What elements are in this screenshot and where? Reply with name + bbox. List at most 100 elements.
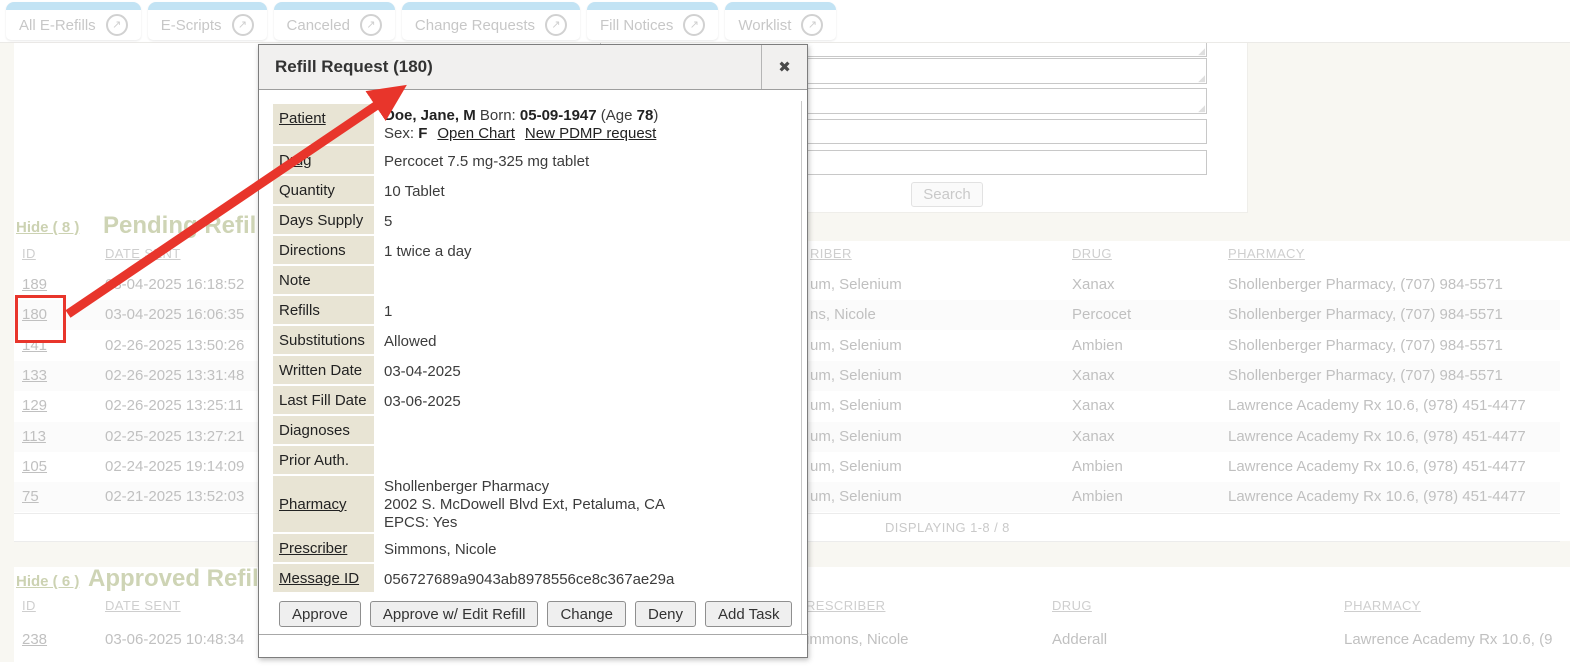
column-header-date-sent[interactable]: DATE SENT <box>105 598 181 613</box>
approved-section-title: Approved Refill <box>88 565 265 593</box>
detail-label-pharmacy[interactable]: Pharmacy <box>273 476 374 534</box>
detail-label-written-date: Written Date <box>273 356 374 386</box>
change-button[interactable]: Change <box>547 601 626 627</box>
cell-prescriber: um, Selenium <box>810 482 902 512</box>
detail-label-text: Prescriber <box>279 539 347 558</box>
detail-row-patient: PatientDoe, Jane, M Born: 05-09-1947 (Ag… <box>273 104 807 146</box>
cell-pharmacy: Lawrence Academy Rx 10.6, (978) 451-4477 <box>1228 391 1526 421</box>
cell-id[interactable]: 129 <box>22 391 47 421</box>
detail-row-pharmacy: Pharmacy Shollenberger Pharmacy2002 S. Mc… <box>273 476 807 534</box>
displaying-count: DISPLAYING 1-8 / 8 <box>885 514 1010 541</box>
detail-label-text: Prior Auth. <box>279 451 349 470</box>
detail-label-text: Pharmacy <box>279 495 347 514</box>
detail-value-drug: Percocet 7.5 mg-325 mg tablet <box>374 147 807 176</box>
approve-button[interactable]: Approve <box>279 601 361 627</box>
deny-button[interactable]: Deny <box>635 601 696 627</box>
patient-line-2: Sex: FOpen ChartNew PDMP request <box>384 125 797 143</box>
cell-pharmacy: Lawrence Academy Rx 10.6, (9 <box>1344 624 1552 656</box>
detail-value-substitutions: Allowed <box>374 327 807 356</box>
cell-date: 03-04-2025 16:18:52 <box>105 270 244 300</box>
tab-change-requests[interactable]: Change Requests↗ <box>402 2 580 40</box>
detail-value-patient: Doe, Jane, M Born: 05-09-1947 (Age 78)Se… <box>374 104 807 146</box>
tab-e-scripts[interactable]: E-Scripts↗ <box>148 2 267 40</box>
cell-id[interactable]: 75 <box>22 482 39 512</box>
detail-row-substitutions: Substitutions Allowed <box>273 326 807 356</box>
cell-drug: Adderall <box>1052 624 1107 656</box>
column-header-date-sent[interactable]: DATE SENT <box>105 246 181 261</box>
detail-value-days-supply: 5 <box>374 207 807 236</box>
patient-line-1: Doe, Jane, M Born: 05-09-1947 (Age 78) <box>384 107 797 125</box>
detail-label-text: Directions <box>279 241 346 260</box>
pending-hide-link[interactable]: Hide ( 8 ) <box>16 219 79 236</box>
cell-id[interactable]: 113 <box>22 422 46 452</box>
cell-date: 02-26-2025 13:50:26 <box>105 331 244 361</box>
cell-pharmacy: Lawrence Academy Rx 10.6, (978) 451-4477 <box>1228 482 1526 512</box>
open-in-new-icon: ↗ <box>106 14 128 36</box>
approve-w-edit-refill-button[interactable]: Approve w/ Edit Refill <box>370 601 539 627</box>
column-header-id[interactable]: ID <box>22 246 36 261</box>
cell-id[interactable]: 238 <box>22 624 47 656</box>
column-header-riber[interactable]: RIBER <box>810 246 852 261</box>
detail-value-last-fill-date: 03-06-2025 <box>374 387 807 416</box>
detail-value-directions: 1 twice a day <box>374 237 807 266</box>
cell-date: 02-26-2025 13:31:48 <box>105 361 244 391</box>
cell-date: 02-26-2025 13:25:11 <box>105 391 243 421</box>
cell-drug: Xanax <box>1072 422 1115 452</box>
cell-drug: Ambien <box>1072 482 1123 512</box>
cell-pharmacy: Shollenberger Pharmacy, (707) 984-5571 <box>1228 270 1503 300</box>
column-header-pharmacy[interactable]: PHARMACY <box>1344 598 1421 613</box>
modal-action-buttons: Approve Approve w/ Edit Refill Change Deny A… <box>279 601 807 627</box>
modal-footer-line <box>259 634 807 635</box>
tab-all-e-refills[interactable]: All E-Refills↗ <box>6 2 141 40</box>
panel-gap <box>808 213 1570 241</box>
detail-label-patient[interactable]: Patient <box>273 104 374 146</box>
cell-id[interactable]: 105 <box>22 452 47 482</box>
cell-id[interactable]: 189 <box>22 270 47 300</box>
open-in-new-icon: ↗ <box>360 14 382 36</box>
detail-label-days-supply: Days Supply <box>273 206 374 236</box>
detail-label-text: Refills <box>279 301 320 320</box>
column-header-drug[interactable]: DRUG <box>1072 246 1112 261</box>
detail-label-prescriber[interactable]: Prescriber <box>273 534 374 564</box>
patient-text: ) <box>653 107 658 124</box>
column-header-pharmacy[interactable]: PHARMACY <box>1228 246 1305 261</box>
add-task-button[interactable]: Add Task <box>705 601 792 627</box>
detail-label-directions: Directions <box>273 236 374 266</box>
tab-canceled[interactable]: Canceled ↗ <box>274 2 395 40</box>
detail-row-diagnoses: Diagnoses <box>273 416 807 446</box>
cell-id[interactable]: 133 <box>22 361 47 391</box>
tab-label: Canceled <box>287 17 350 34</box>
cell-prescriber: um, Selenium <box>810 391 902 421</box>
search-button[interactable]: Search <box>911 182 983 207</box>
column-header-drug[interactable]: DRUG <box>1052 598 1092 613</box>
detail-value-pharmacy: Shollenberger Pharmacy2002 S. McDowell B… <box>374 476 807 534</box>
cell-id[interactable]: 180 <box>22 300 47 330</box>
cell-drug: Percocet <box>1072 300 1131 330</box>
tab-fill-notices[interactable]: Fill Notices↗ <box>587 2 718 40</box>
detail-label-diagnoses: Diagnoses <box>273 416 374 446</box>
detail-label-note: Note <box>273 266 374 296</box>
detail-value-refills: 1 <box>374 297 807 326</box>
detail-value-prescriber: Simmons, Nicole <box>374 535 807 564</box>
column-header-id[interactable]: ID <box>22 598 36 613</box>
open-chart-link[interactable]: Open Chart <box>437 125 515 142</box>
open-in-new-icon: ↗ <box>232 14 254 36</box>
new-pdmp-request-link[interactable]: New PDMP request <box>525 125 656 142</box>
detail-label-text: Message ID <box>279 569 359 588</box>
cell-id[interactable]: 141 <box>22 331 47 361</box>
cell-drug: Xanax <box>1072 270 1115 300</box>
tab-worklist[interactable]: Worklist↗ <box>725 2 836 40</box>
close-icon[interactable]: ✖ <box>761 45 807 89</box>
detail-row-drug: DrugPercocet 7.5 mg-325 mg tablet <box>273 146 807 176</box>
column-header-rescriber[interactable]: RESCRIBER <box>806 598 885 613</box>
cell-pharmacy: Shollenberger Pharmacy, (707) 984-5571 <box>1228 300 1503 330</box>
pharmacy-line: EPCS: Yes <box>384 514 797 532</box>
cell-prescriber: immons, Nicole <box>806 624 909 656</box>
detail-label-message-id[interactable]: Message ID <box>273 564 374 594</box>
refill-details: PatientDoe, Jane, M Born: 05-09-1947 (Ag… <box>259 90 807 594</box>
approved-hide-link[interactable]: Hide ( 6 ) <box>16 573 79 590</box>
patient-text: Sex: <box>384 125 418 142</box>
detail-label-drug[interactable]: Drug <box>273 146 374 176</box>
detail-label-text: Substitutions <box>279 331 365 350</box>
modal-divider <box>801 101 802 634</box>
